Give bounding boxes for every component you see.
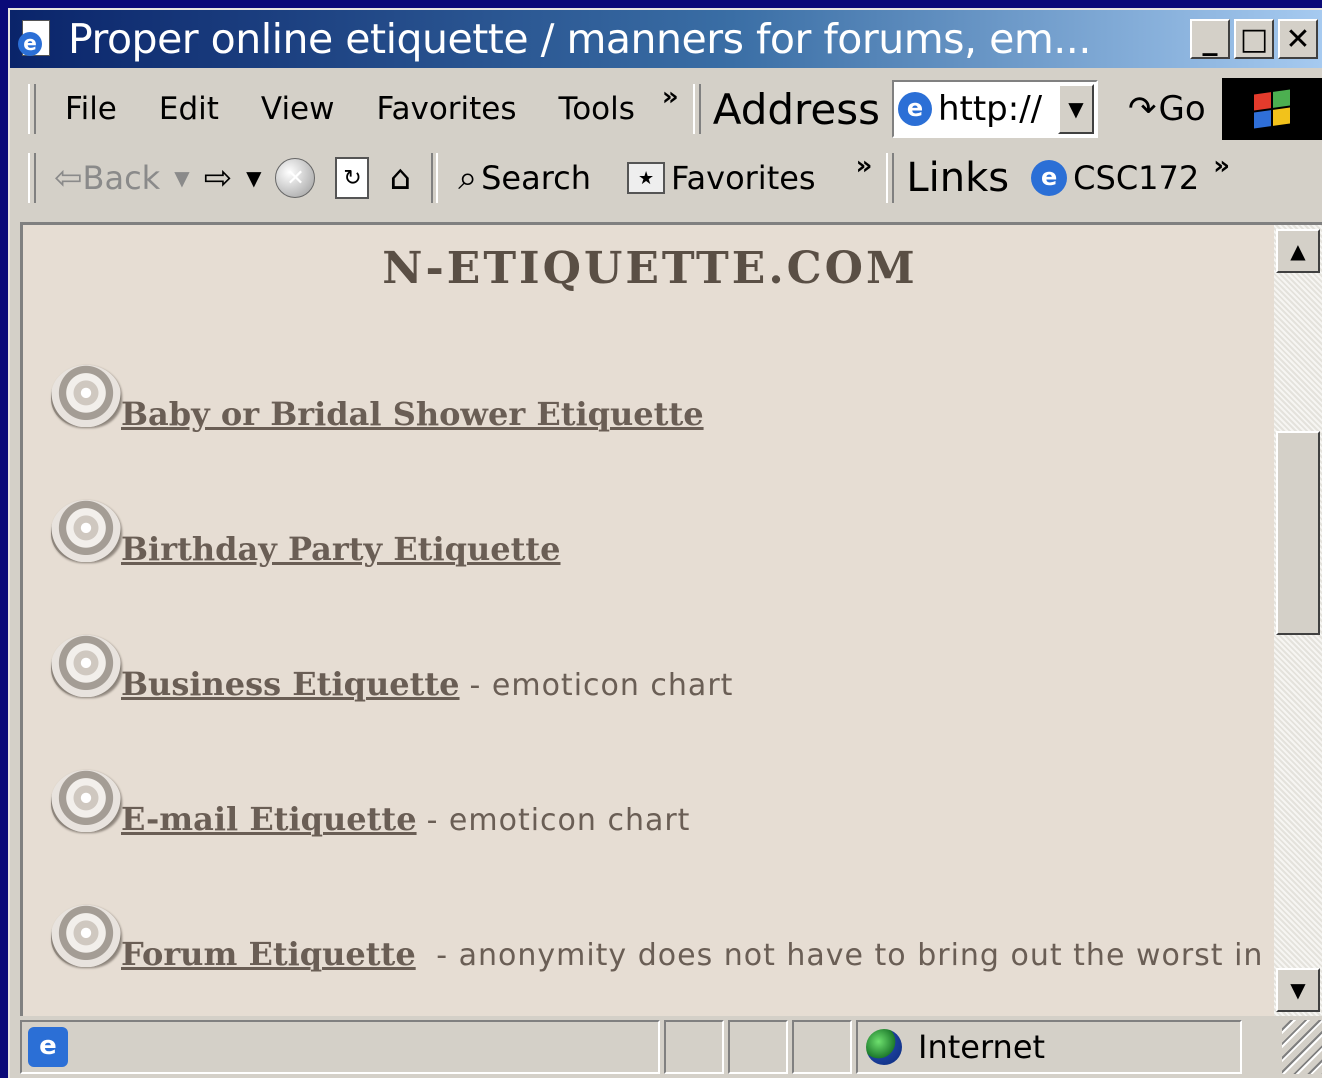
standard-buttons-row: ⇦ Back ▼ ⇨ ▼ ✕ ↻ ⌂ ⌕ Search ★ Favorites … (20, 146, 1322, 210)
favorites-folder-icon: ★ (627, 162, 666, 194)
list-item: E-mail Etiquette - emoticon chart (51, 770, 1271, 905)
list-item: Birthday Party Etiquette (51, 500, 1271, 635)
menu-favorites[interactable]: Favorites (356, 91, 538, 127)
toolbar-overflow-chevron-icon[interactable]: » (856, 151, 873, 181)
stop-icon: ✕ (275, 158, 316, 198)
scroll-thumb[interactable] (1276, 431, 1320, 635)
scroll-up-button[interactable]: ▲ (1276, 229, 1320, 273)
status-bar: e Internet (20, 1020, 1322, 1078)
refresh-button[interactable]: ↻ (335, 157, 370, 199)
chevron-up-icon: ▲ (1290, 239, 1306, 263)
stop-button[interactable]: ✕ (275, 158, 316, 198)
list-item: Forum Etiquette - anonymity does not hav… (51, 905, 1310, 1016)
rose-bullet-icon (51, 500, 121, 562)
toolbar-grip[interactable] (886, 153, 895, 203)
back-arrow-icon: ⇦ (54, 158, 83, 198)
back-label: Back (82, 159, 161, 197)
status-cell (664, 1020, 724, 1074)
security-zone-label: Internet (918, 1028, 1046, 1066)
ie-page-icon: e (1031, 160, 1068, 196)
toolbar-separator (431, 153, 439, 203)
rose-bullet-icon (51, 905, 121, 967)
security-zone-cell: Internet (856, 1020, 1242, 1074)
home-icon: ⌂ (389, 158, 412, 198)
item-description: - emoticon chart (469, 668, 734, 703)
item-description: - anonymity does not have to bring out t… (425, 938, 1311, 973)
address-value[interactable]: http:// (938, 89, 1048, 129)
chevron-down-icon: ▼ (1068, 97, 1084, 121)
close-button[interactable]: ✕ (1278, 19, 1318, 59)
address-label: Address (712, 84, 880, 134)
links-overflow-chevron-icon[interactable]: » (1213, 151, 1230, 181)
address-dropdown-button[interactable]: ▼ (1057, 84, 1094, 134)
vertical-scrollbar[interactable]: ▲ ▼ (1274, 225, 1322, 1016)
address-input[interactable]: e http:// ▼ (891, 80, 1098, 138)
toolbar-grip[interactable] (692, 84, 701, 134)
list-item: Baby or Bridal Shower Etiquette (51, 365, 1271, 500)
globe-icon (866, 1029, 902, 1065)
menu-view[interactable]: View (240, 91, 356, 127)
toolbar-grip[interactable] (28, 153, 36, 203)
go-arrow-icon: ↷ (1127, 89, 1157, 129)
status-cell (728, 1020, 788, 1074)
page-content: N-ETIQUETTE.COM Baby or Bridal Shower Et… (20, 222, 1322, 1016)
window-title: Proper online etiquette / manners for fo… (68, 15, 1091, 63)
rose-bullet-icon (51, 365, 121, 427)
favorites-button[interactable]: ★ Favorites (627, 159, 816, 197)
etiquette-list: Baby or Bridal Shower Etiquette Birthday… (51, 365, 1310, 1016)
home-button[interactable]: ⌂ (389, 158, 411, 198)
scroll-down-button[interactable]: ▼ (1276, 968, 1320, 1012)
link-csc172[interactable]: e CSC172 (1031, 159, 1199, 197)
back-button[interactable]: ⇦ Back (54, 158, 160, 198)
menu-address-row: File Edit View Favorites Tools » Address… (20, 76, 1322, 142)
link-birthday-party[interactable]: Birthday Party Etiquette (121, 530, 561, 568)
maximize-button[interactable]: □ (1234, 19, 1274, 59)
resize-grip-icon[interactable] (1282, 1020, 1322, 1074)
windows-flag-icon (1254, 89, 1290, 129)
site-title: N-ETIQUETTE.COM (382, 243, 918, 294)
search-button[interactable]: ⌕ Search (458, 158, 591, 198)
link-csc172-label: CSC172 (1073, 159, 1200, 197)
link-baby-bridal-shower[interactable]: Baby or Bridal Shower Etiquette (121, 395, 704, 433)
link-business[interactable]: Business Etiquette (121, 665, 460, 703)
refresh-icon: ↻ (335, 157, 370, 199)
search-icon: ⌕ (458, 158, 478, 198)
ie-page-icon: e (16, 18, 58, 60)
windows-logo-throbber (1222, 78, 1322, 140)
status-cell (792, 1020, 852, 1074)
status-text-cell: e (20, 1020, 660, 1074)
list-item: Business Etiquette - emoticon chart (51, 635, 1271, 770)
rose-bullet-icon (51, 635, 121, 697)
toolbar-grip[interactable] (28, 84, 36, 134)
chevron-down-icon: ▼ (1290, 978, 1306, 1002)
title-bar[interactable]: e Proper online etiquette / manners for … (10, 10, 1322, 68)
link-email[interactable]: E-mail Etiquette (121, 800, 417, 838)
forward-history-dropdown-icon[interactable]: ▼ (246, 166, 261, 190)
rose-bullet-icon (51, 770, 121, 832)
ie-page-icon: e (28, 1027, 68, 1067)
go-button[interactable]: ↷ Go (1128, 89, 1206, 129)
link-forum[interactable]: Forum Etiquette (121, 935, 416, 973)
forward-arrow-icon[interactable]: ⇨ (204, 158, 233, 198)
menu-file[interactable]: File (44, 91, 138, 127)
links-label: Links (906, 155, 1010, 201)
search-label: Search (481, 159, 592, 197)
menu-overflow-chevron-icon[interactable]: » (662, 82, 679, 112)
item-description: - emoticon chart (426, 803, 691, 838)
favorites-label: Favorites (671, 159, 816, 197)
ie-page-icon: e (897, 92, 932, 126)
go-label: Go (1158, 89, 1206, 129)
minimize-button[interactable]: _ (1190, 19, 1230, 59)
back-history-dropdown-icon[interactable]: ▼ (174, 166, 189, 190)
menu-edit[interactable]: Edit (138, 91, 240, 127)
menu-tools[interactable]: Tools (538, 91, 656, 127)
